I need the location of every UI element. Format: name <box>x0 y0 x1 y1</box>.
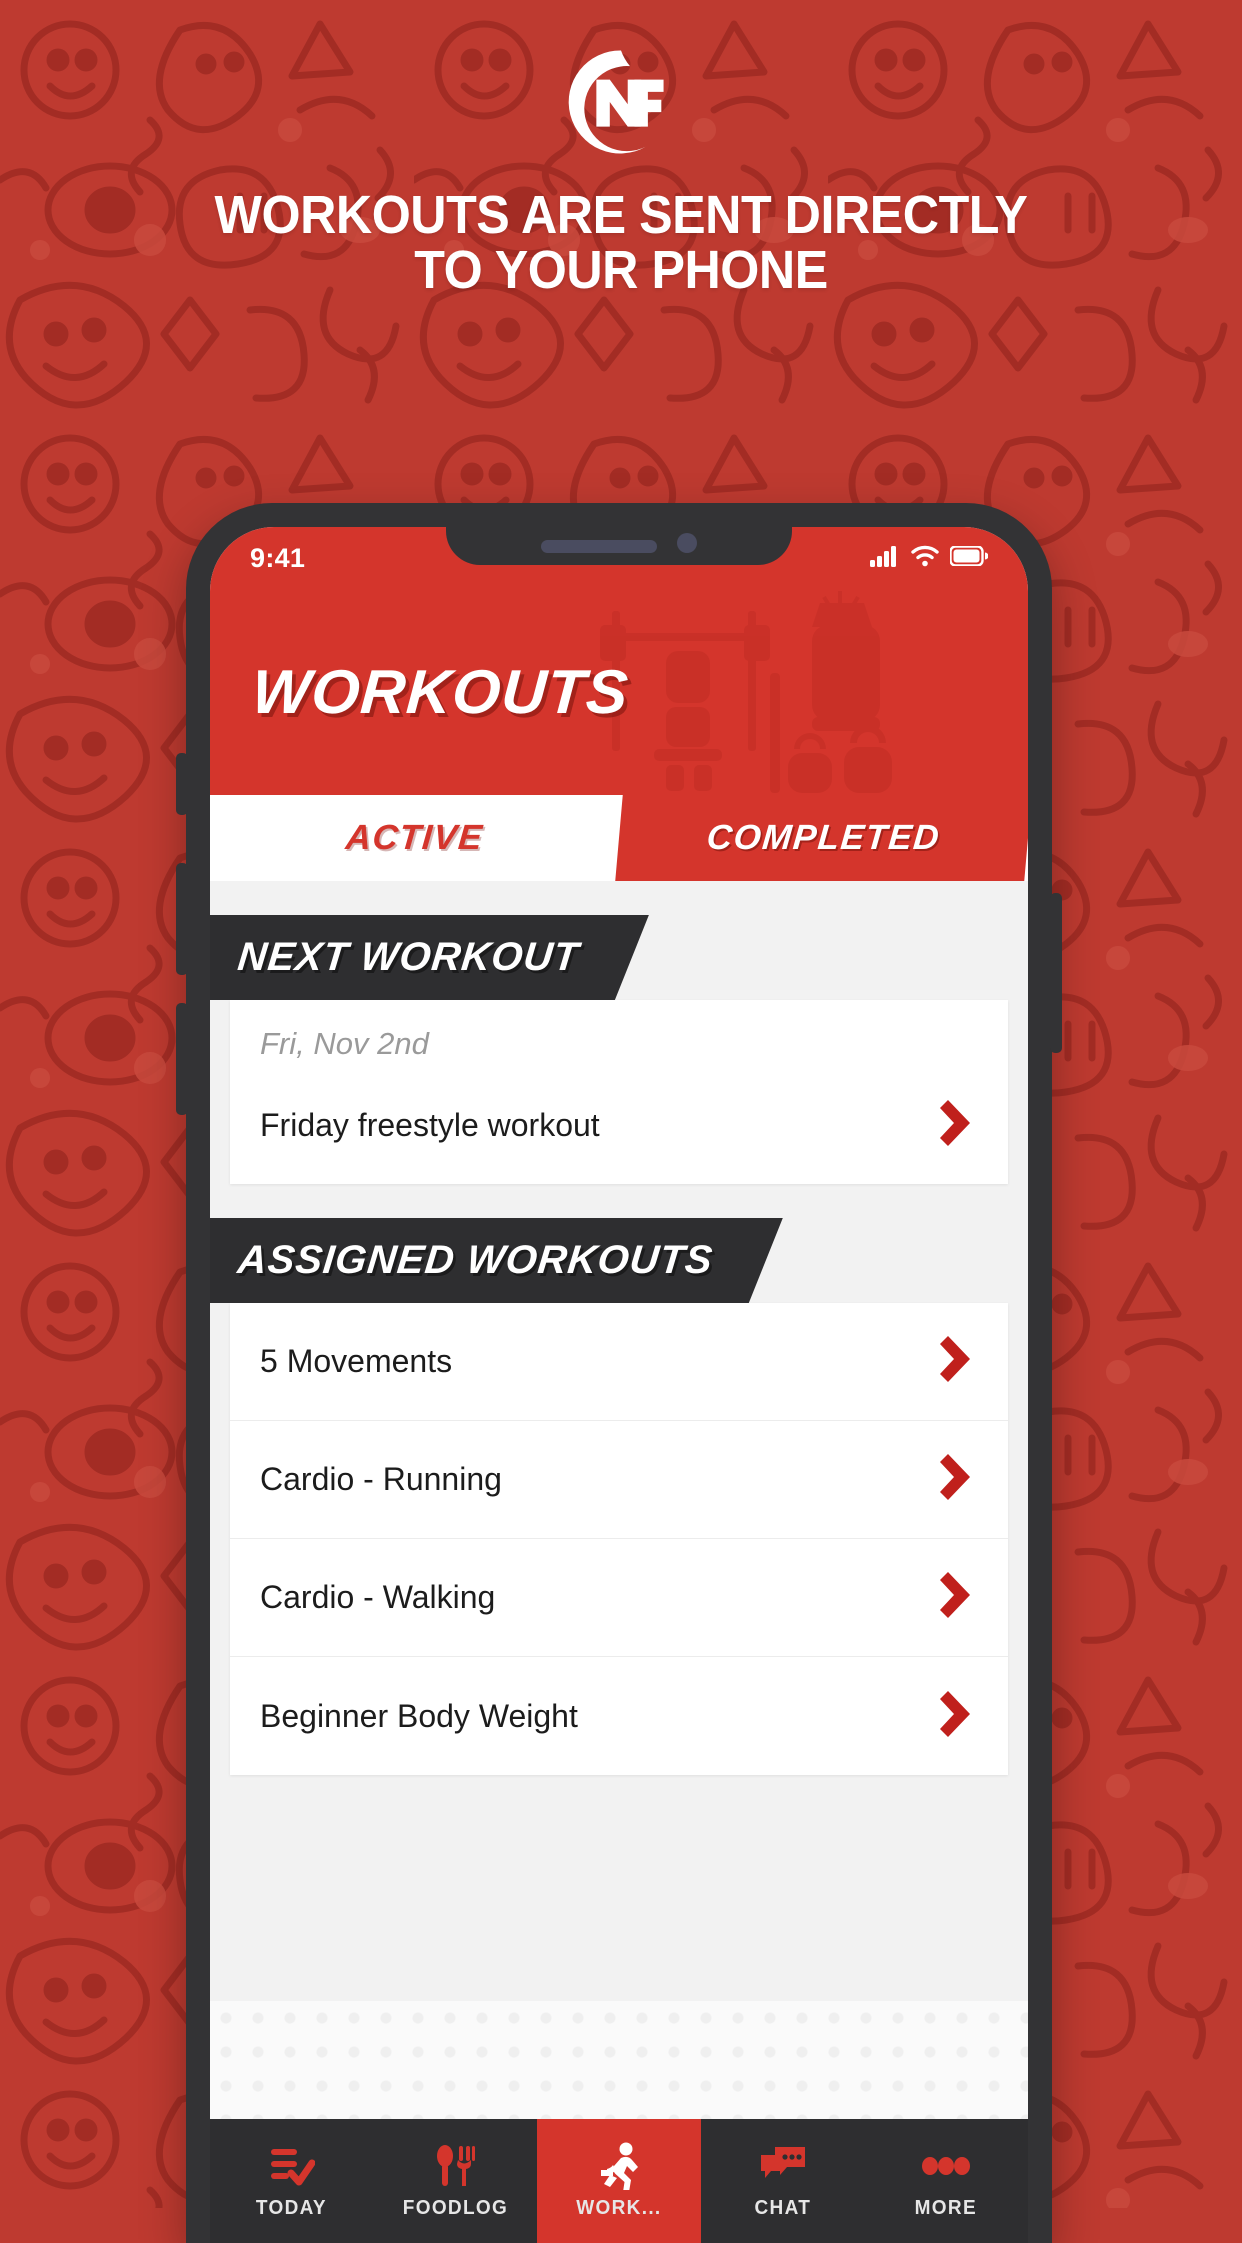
chevron-right-icon[interactable] <box>938 1568 978 1627</box>
speech-bubbles-icon <box>759 2143 807 2189</box>
status-bar-time: 9:41 <box>250 542 306 573</box>
phone-notch <box>446 527 792 565</box>
list-empty-pattern <box>210 2001 1028 2119</box>
running-person-icon <box>597 2142 641 2190</box>
headline-line-2: TO YOUR PHONE <box>414 240 828 301</box>
phone-power-button[interactable] <box>1050 893 1062 1053</box>
status-bar: 9:41 <box>210 527 1028 589</box>
list-item[interactable]: Cardio - Walking <box>230 1539 1008 1657</box>
page-title: WORKOUTS ARE SENT DIRECTLY TO YOUR PHONE <box>43 185 1198 301</box>
phone-volume-up-button[interactable] <box>176 863 188 975</box>
chevron-right-icon[interactable] <box>938 1450 978 1509</box>
nav-item-today-label: TODAY <box>256 2196 328 2219</box>
list-item[interactable]: Cardio - Running <box>230 1421 1008 1539</box>
status-bar-icons <box>870 544 989 572</box>
nav-item-more-label: MORE <box>914 2196 978 2219</box>
phone-mute-switch[interactable] <box>176 753 188 815</box>
nav-item-today[interactable]: TODAY <box>210 2119 374 2243</box>
assigned-workouts-card: 5 Movements Cardio - Running Cardio - Wa… <box>230 1303 1008 1775</box>
nav-item-chat-label: CHAT <box>754 2196 811 2219</box>
section-assigned-workouts: ASSIGNED WORKOUTS 5 Movements Cardio - R… <box>210 1218 1028 1775</box>
earpiece-speaker-icon <box>541 540 657 553</box>
phone-screen: 9:41 WORKOUTS ACTIVE COMPLETED NEXT WORK… <box>210 527 1028 2243</box>
section-banner-assigned-workouts: ASSIGNED WORKOUTS <box>210 1218 783 1303</box>
phone-volume-down-button[interactable] <box>176 1003 188 1115</box>
chevron-right-icon[interactable] <box>938 1332 978 1391</box>
three-dots-icon <box>921 2143 971 2189</box>
list-item-label: 5 Movements <box>260 1343 453 1379</box>
section-banner-next-workout-label: NEXT WORKOUT <box>235 935 582 979</box>
front-camera-icon <box>677 533 697 553</box>
app-header: WORKOUTS <box>210 589 1028 795</box>
chevron-right-icon[interactable] <box>938 1096 978 1155</box>
nav-item-foodlog[interactable]: FOODLOG <box>374 2119 538 2243</box>
workouts-list-container[interactable]: NEXT WORKOUT Fri, Nov 2nd Friday freesty… <box>210 881 1028 2119</box>
section-banner-next-workout: NEXT WORKOUT <box>210 915 649 1000</box>
list-item[interactable]: Friday freestyle workout <box>230 1066 1008 1184</box>
cellular-signal-icon <box>870 545 900 572</box>
wifi-icon <box>911 545 939 572</box>
tab-completed-label: COMPLETED <box>705 818 942 857</box>
nav-item-foodlog-label: FOODLOG <box>402 2196 509 2219</box>
section-banner-assigned-workouts-label: ASSIGNED WORKOUTS <box>235 1238 716 1282</box>
chevron-right-icon[interactable] <box>938 1687 978 1746</box>
spoon-fork-icon <box>434 2143 476 2189</box>
workout-tabs: ACTIVE COMPLETED <box>210 795 1028 881</box>
nav-item-workouts-label: WORK... <box>576 2196 662 2219</box>
tab-completed[interactable]: COMPLETED <box>615 795 1028 881</box>
list-item-label: Cardio - Running <box>260 1461 502 1497</box>
list-item-label: Friday freestyle workout <box>260 1106 600 1143</box>
list-item[interactable]: 5 Movements <box>230 1303 1008 1421</box>
nf-logo-icon <box>565 46 677 163</box>
nav-item-workouts[interactable]: WORK... <box>537 2119 701 2243</box>
checklist-icon <box>269 2143 315 2189</box>
next-workout-card: Fri, Nov 2nd Friday freestyle workout <box>230 1000 1008 1184</box>
phone-mockup: 9:41 WORKOUTS ACTIVE COMPLETED NEXT WORK… <box>176 503 1062 2243</box>
headline-line-1: WORKOUTS ARE SENT DIRECTLY <box>214 185 1028 245</box>
logo-wrap <box>0 48 1242 160</box>
battery-icon <box>949 544 989 571</box>
tab-active[interactable]: ACTIVE <box>210 795 623 881</box>
tab-active-label: ACTIVE <box>344 818 485 857</box>
list-item[interactable]: Beginner Body Weight <box>230 1657 1008 1775</box>
section-next-workout: NEXT WORKOUT Fri, Nov 2nd Friday freesty… <box>210 915 1028 1184</box>
bottom-navigation-bar: TODAY FOODLOG WORK... CHAT MORE <box>210 2119 1028 2243</box>
app-page-title: WORKOUTS <box>249 657 631 727</box>
nav-item-more[interactable]: MORE <box>864 2119 1028 2243</box>
hero-section: WORKOUTS ARE SENT DIRECTLY TO YOUR PHONE <box>0 0 1242 298</box>
list-item-label: Cardio - Walking <box>260 1579 496 1615</box>
list-item-label: Beginner Body Weight <box>260 1697 578 1734</box>
nav-item-chat[interactable]: CHAT <box>701 2119 865 2243</box>
next-workout-date: Fri, Nov 2nd <box>260 1026 429 1061</box>
